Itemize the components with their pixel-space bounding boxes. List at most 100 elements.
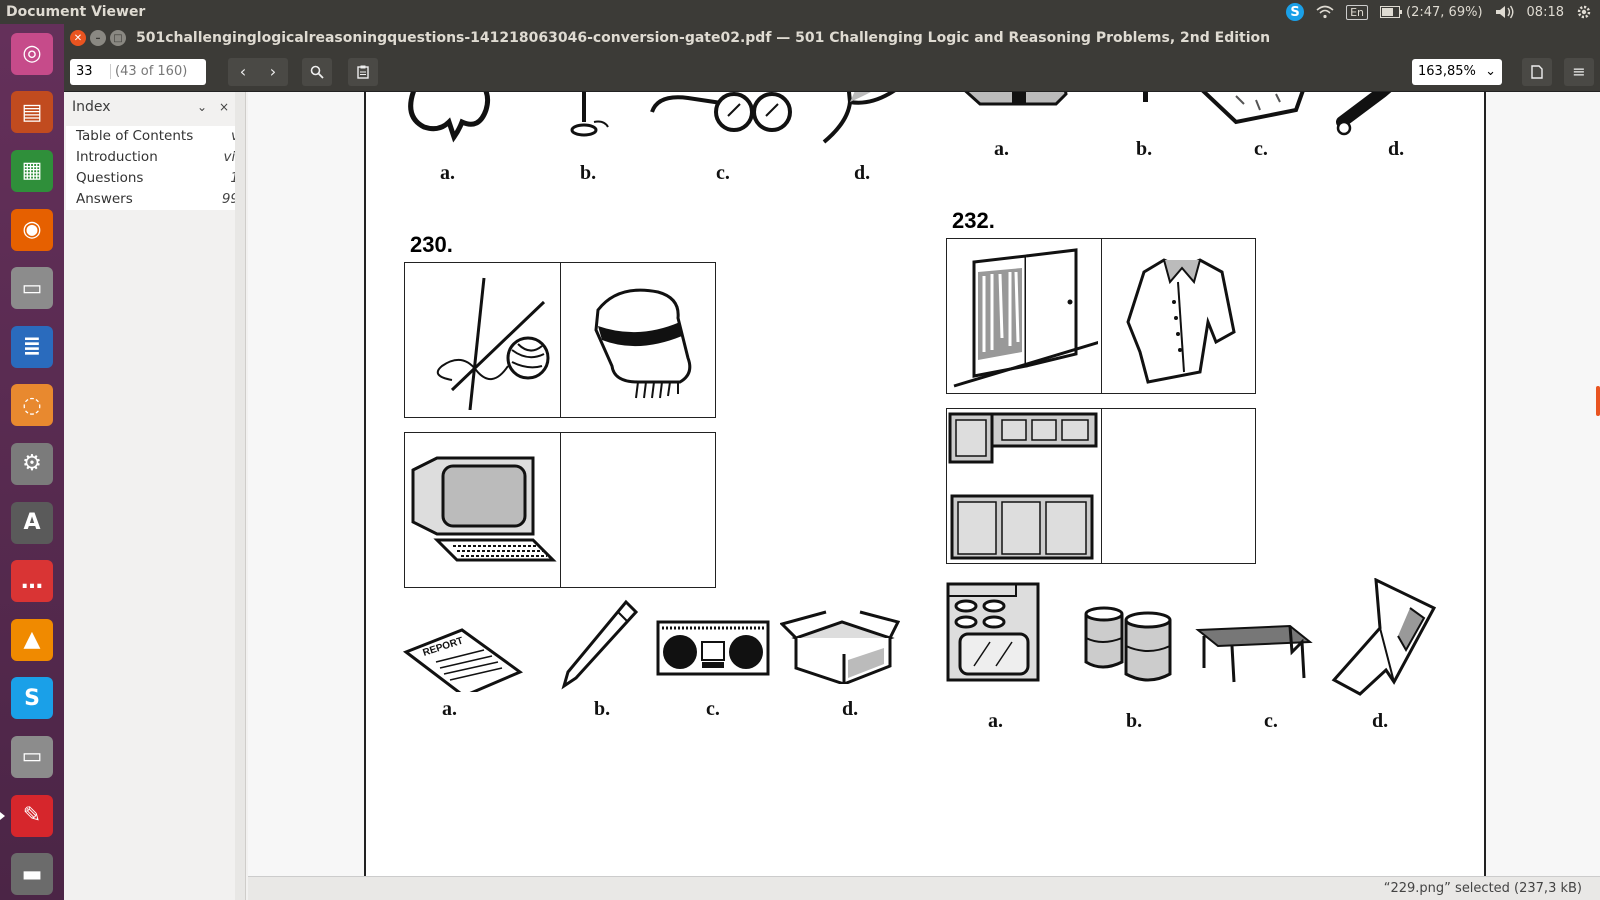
- launcher-item[interactable]: ✎: [0, 790, 58, 842]
- sidebar-scrollbar[interactable]: [235, 92, 245, 900]
- menu-button[interactable]: ≡: [1564, 57, 1594, 86]
- pdf-page: a. b. c. d. a. b. c. d. 230. REPORT a. b…: [364, 92, 1486, 900]
- stove-picture: [946, 582, 1040, 682]
- table-picture: [1195, 624, 1313, 683]
- page-count-label: (43 of 160): [110, 64, 187, 79]
- document-viewer-icon: ✎: [11, 794, 53, 837]
- empty-answer-cell: [1102, 409, 1256, 563]
- index-item-label: Questions: [76, 170, 144, 186]
- skype-icon: S: [11, 677, 53, 720]
- clock[interactable]: 08:18: [1527, 5, 1564, 20]
- writer-icon: ≣: [11, 325, 53, 368]
- active-app-title: Document Viewer: [6, 4, 146, 20]
- sidebar-dropdown-icon[interactable]: ⌄: [191, 100, 213, 114]
- system-tray: S En (2:47, 69%) 08:18: [1286, 3, 1592, 21]
- clipboard-icon: [357, 65, 369, 79]
- launcher-item[interactable]: ▲: [6, 614, 58, 666]
- running-indicator: [0, 811, 5, 820]
- search-button[interactable]: [302, 57, 332, 86]
- glasses-picture: [650, 92, 792, 132]
- option-label: b.: [580, 162, 597, 184]
- option-label: c.: [716, 162, 730, 184]
- zoom-selector[interactable]: 163,85% ⌄: [1412, 58, 1502, 85]
- option-label: c.: [706, 698, 720, 720]
- knitting-needles-cell: [405, 263, 561, 417]
- index-item[interactable]: Questions1: [66, 168, 243, 189]
- gear-icon[interactable]: [1576, 4, 1592, 20]
- document-area[interactable]: a. b. c. d. a. b. c. d. 230. REPORT a. b…: [248, 92, 1600, 900]
- index-item[interactable]: Introduction vii: [66, 147, 243, 168]
- question-number-230: 230.: [410, 232, 453, 257]
- q230-top-grid: [404, 262, 716, 418]
- search-icon: [310, 65, 324, 79]
- settings-icon: ⚙: [11, 442, 53, 485]
- launcher-item[interactable]: S: [6, 673, 58, 725]
- closet-picture: [953, 248, 1098, 388]
- chevron-down-icon: ⌄: [1485, 64, 1496, 79]
- calc-icon: ▦: [11, 149, 53, 192]
- report-picture: REPORT: [402, 628, 524, 692]
- hat-picture: [822, 92, 896, 144]
- launcher-item[interactable]: ≣: [6, 321, 58, 373]
- volume-icon[interactable]: [1495, 5, 1515, 19]
- launcher-item[interactable]: ◎: [6, 28, 58, 80]
- page-number-input[interactable]: [70, 59, 110, 84]
- wifi-icon[interactable]: [1316, 5, 1334, 19]
- option-label: a.: [440, 162, 455, 184]
- jacket-cell: [1102, 239, 1256, 393]
- vertical-scrollbar[interactable]: [1596, 386, 1600, 416]
- battery-indicator[interactable]: (2:47, 69%): [1380, 5, 1483, 20]
- keyboard-layout-indicator[interactable]: En: [1346, 4, 1369, 20]
- window-titlebar[interactable]: ✕ – □ 501challenginglogicalreasoningques…: [64, 24, 1600, 52]
- launcher-item[interactable]: ▭: [6, 262, 58, 314]
- minimize-window-button[interactable]: –: [90, 30, 106, 46]
- sidebar-close-icon[interactable]: ×: [213, 100, 235, 114]
- skype-tray-icon[interactable]: S: [1286, 3, 1305, 21]
- q232-top-grid: [946, 238, 1256, 394]
- index-sidebar: Index ⌄ × Table of ContentsvIntroduction…: [64, 92, 246, 900]
- view-mode-button[interactable]: [1522, 57, 1552, 86]
- pencil-picture: [561, 599, 639, 690]
- option-label: d.: [1372, 710, 1389, 732]
- launcher-item[interactable]: ◉: [6, 204, 58, 256]
- maximize-window-button[interactable]: □: [110, 30, 126, 46]
- q232-bottom-grid: [946, 408, 1256, 564]
- close-window-button[interactable]: ✕: [70, 30, 86, 46]
- pants-picture: [1331, 578, 1437, 696]
- box-picture: [780, 610, 900, 684]
- page-selector[interactable]: (43 of 160): [70, 58, 206, 85]
- top-panel: Document Viewer S En (2:47, 69%) 08:18: [0, 0, 1600, 24]
- index-item[interactable]: Table of Contentsv: [66, 126, 243, 147]
- index-item[interactable]: Answers 99: [66, 189, 243, 210]
- launcher-item[interactable]: ⚙: [6, 438, 58, 490]
- chat-icon: …: [11, 560, 53, 603]
- option-label: d.: [1388, 138, 1405, 160]
- annotations-button[interactable]: [348, 57, 378, 86]
- index-item-label: Table of Contents: [76, 128, 194, 144]
- launcher-item[interactable]: ▬: [6, 848, 58, 900]
- firefox-icon: ◉: [11, 208, 53, 251]
- boombox-picture: [656, 620, 770, 676]
- launcher-item[interactable]: ◌: [6, 380, 58, 432]
- files-icon: ▭: [11, 267, 53, 310]
- software-updater-icon: A: [11, 501, 53, 544]
- scanner-icon: ▬: [11, 853, 53, 896]
- launcher-item[interactable]: A: [6, 497, 58, 549]
- kitchen-cabinets-cell: [947, 409, 1102, 563]
- launcher-item[interactable]: ▭: [6, 731, 58, 783]
- launcher-item[interactable]: …: [6, 555, 58, 607]
- scarf-cell: [561, 263, 716, 417]
- tree-picture: [408, 92, 491, 143]
- canisters-picture: [1084, 606, 1172, 682]
- launcher-item[interactable]: ▦: [6, 145, 58, 197]
- option-label: b.: [594, 698, 611, 720]
- launcher-item[interactable]: ▤: [6, 87, 58, 139]
- option-label: b.: [1126, 710, 1143, 732]
- clock-picture: [1201, 92, 1305, 125]
- ubuntu-dash-icon: ◎: [11, 32, 53, 75]
- question-number-232: 232.: [952, 208, 995, 233]
- lamp-picture: [570, 92, 609, 137]
- closet-cell: [947, 239, 1102, 393]
- next-page-button[interactable]: ›: [258, 57, 288, 86]
- previous-page-button[interactable]: ‹: [228, 57, 258, 86]
